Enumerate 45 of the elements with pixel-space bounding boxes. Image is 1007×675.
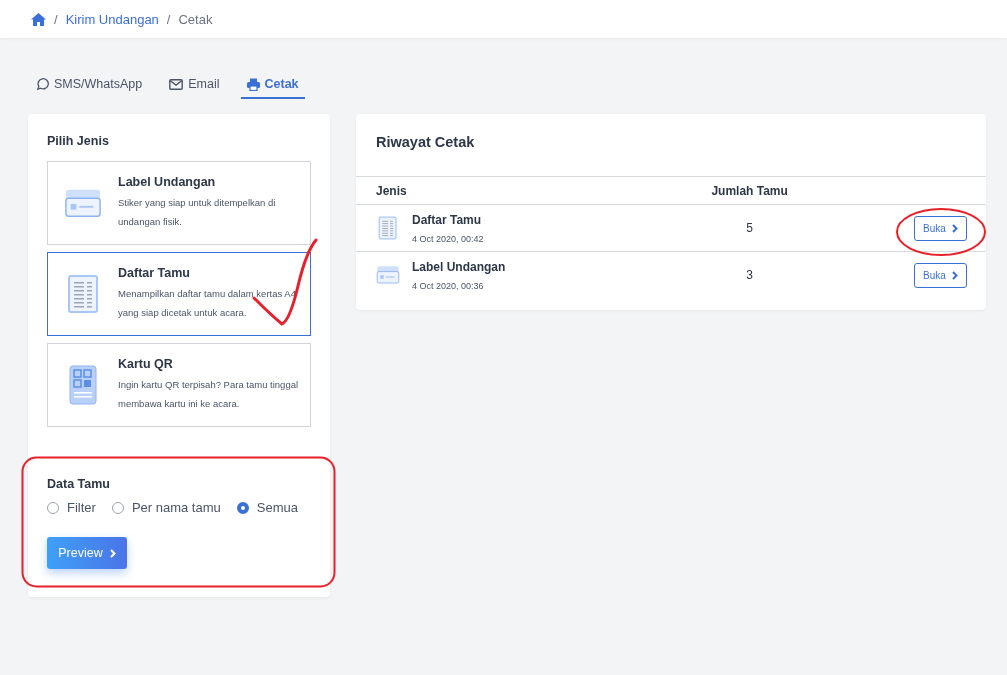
- radio-label[interactable]: Per nama tamu: [131, 500, 221, 515]
- tab[interactable]: SMS/WhatsApp: [30, 76, 149, 99]
- open-button[interactable]: Buka: [914, 262, 967, 288]
- guest-count: 3: [659, 251, 840, 298]
- document-list-icon: [378, 216, 398, 240]
- column-header: Jumlah Tamu: [659, 176, 840, 205]
- option-description: Stiker yang siap untuk ditempelkan di undangan fisik.: [118, 196, 277, 229]
- home-icon[interactable]: [31, 12, 46, 26]
- print-type-option[interactable]: Kartu QR Ingin kartu QR terpisah? Para tamu tinggal membawa kartu ini ke acara.: [47, 343, 311, 427]
- mail-icon: [169, 78, 184, 90]
- breadcrumb-separator: /: [54, 11, 58, 27]
- row-title: Daftar Tamu: [412, 212, 483, 227]
- tab[interactable]: Email: [163, 76, 226, 99]
- chat-bubble-icon: [36, 77, 49, 91]
- chevron-right-icon: [951, 270, 958, 280]
- guest-count: 5: [659, 204, 840, 252]
- chevron-right-icon: [109, 548, 116, 558]
- column-header: Jenis: [356, 176, 660, 205]
- breadcrumb-separator: /: [166, 11, 171, 27]
- row-date: 4 Oct 2020, 00:36: [412, 280, 485, 291]
- option-title: Kartu QR: [118, 357, 174, 371]
- breadcrumb-current: Cetak: [178, 11, 213, 27]
- tab[interactable]: Cetak: [240, 76, 305, 99]
- document-list-icon: [67, 274, 99, 314]
- section-title: Pilih Jenis: [47, 134, 110, 148]
- label-card-icon: [376, 265, 400, 285]
- radio-button[interactable]: [236, 501, 249, 514]
- row-date: 4 Oct 2020, 00:42: [412, 233, 484, 244]
- row-title: Label Undangan: [412, 259, 506, 274]
- radio-label[interactable]: Semua: [256, 500, 298, 515]
- radio-label[interactable]: Filter: [67, 500, 96, 515]
- qr-card-icon: [69, 365, 97, 405]
- chevron-right-icon: [951, 223, 958, 233]
- radio-button[interactable]: [47, 501, 59, 514]
- option-title: Daftar Tamu: [118, 266, 191, 280]
- card-title: Riwayat Cetak: [375, 133, 476, 152]
- option-description: Ingin kartu QR terpisah? Para tamu tinggal membawa kartu ini ke acara.: [118, 378, 300, 411]
- printer-icon: [246, 77, 260, 91]
- section-title: Data Tamu: [47, 477, 111, 491]
- open-button[interactable]: Buka: [914, 215, 967, 241]
- breadcrumb-link[interactable]: Kirim Undangan: [65, 11, 159, 27]
- print-type-option[interactable]: Label Undangan Stiker yang siap untuk ditempelkan di undangan fisik.: [47, 161, 311, 245]
- radio-button[interactable]: [111, 501, 124, 514]
- label-card-icon: [64, 187, 102, 219]
- option-title: Label Undangan: [118, 175, 217, 189]
